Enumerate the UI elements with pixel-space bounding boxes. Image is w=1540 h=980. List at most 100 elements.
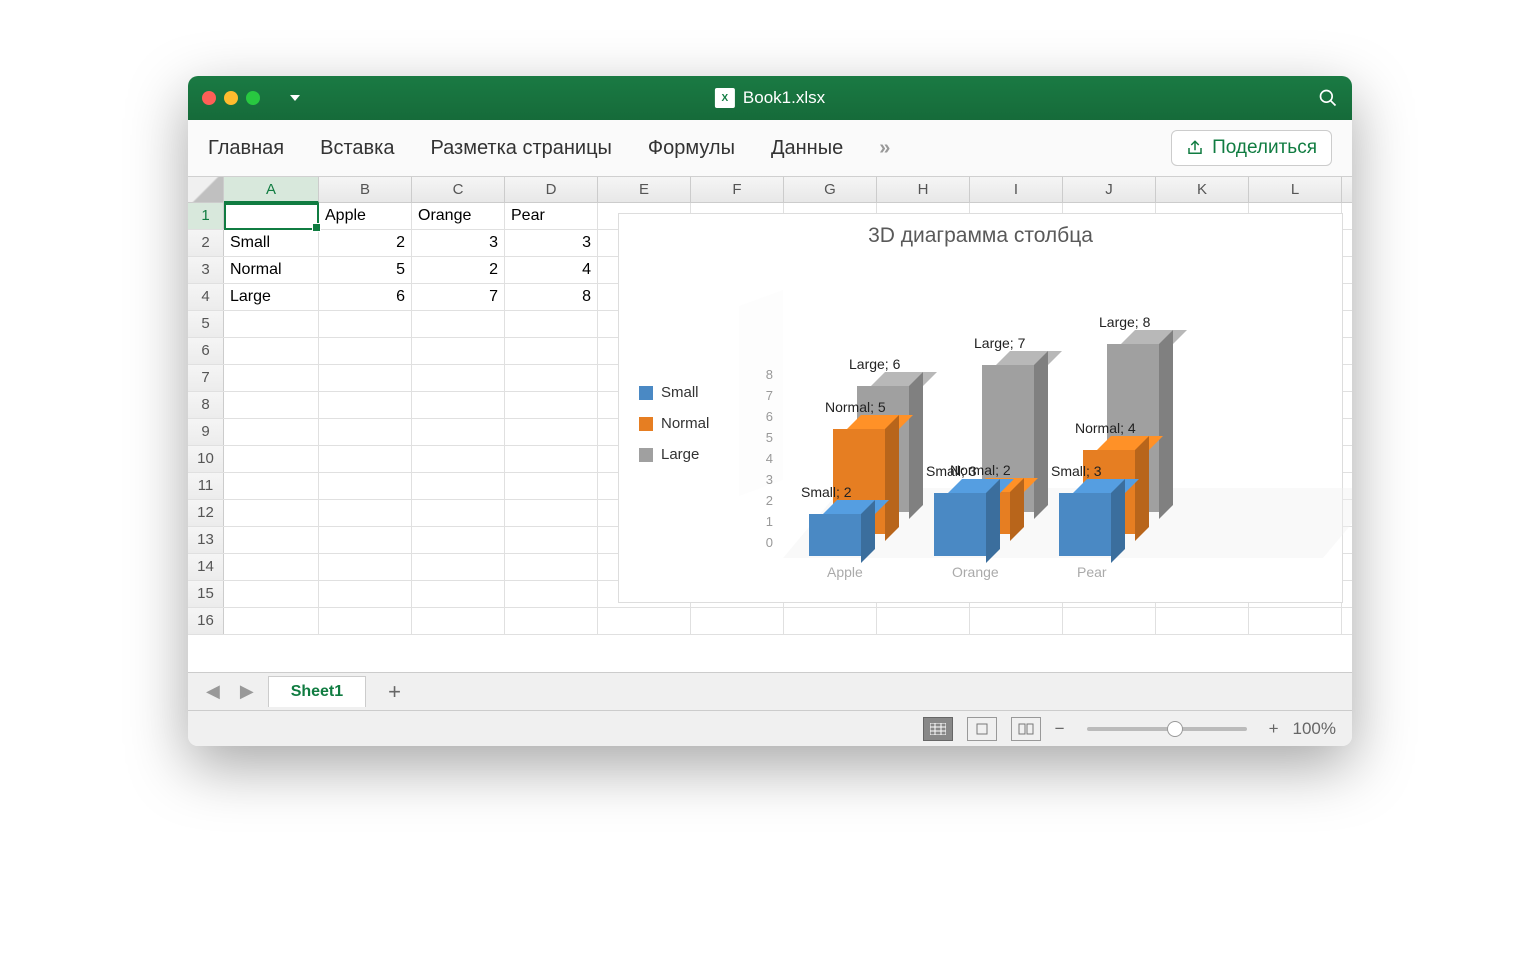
zoom-slider[interactable] bbox=[1087, 727, 1247, 731]
cell-C8[interactable] bbox=[412, 392, 505, 418]
row-header-16[interactable]: 16 bbox=[188, 608, 224, 634]
cell-C4[interactable]: 7 bbox=[412, 284, 505, 310]
cell-D7[interactable] bbox=[505, 365, 598, 391]
cell-A4[interactable]: Large bbox=[224, 284, 319, 310]
sheet-nav-prev[interactable]: ◀ bbox=[200, 681, 226, 702]
cell-A8[interactable] bbox=[224, 392, 319, 418]
row-header-1[interactable]: 1 bbox=[188, 203, 224, 229]
cell-D1[interactable]: Pear bbox=[505, 203, 598, 229]
tab-formulas[interactable]: Формулы bbox=[648, 137, 735, 160]
column-header-L[interactable]: L bbox=[1249, 177, 1342, 202]
row-header-12[interactable]: 12 bbox=[188, 500, 224, 526]
tab-insert[interactable]: Вставка bbox=[320, 137, 394, 160]
share-button[interactable]: Поделиться bbox=[1171, 130, 1332, 166]
cell-C11[interactable] bbox=[412, 473, 505, 499]
cell-D16[interactable] bbox=[505, 608, 598, 634]
row-header-7[interactable]: 7 bbox=[188, 365, 224, 391]
column-header-K[interactable]: K bbox=[1156, 177, 1249, 202]
cell-D14[interactable] bbox=[505, 554, 598, 580]
cell-D4[interactable]: 8 bbox=[505, 284, 598, 310]
cell-A15[interactable] bbox=[224, 581, 319, 607]
cell-A9[interactable] bbox=[224, 419, 319, 445]
cell-C16[interactable] bbox=[412, 608, 505, 634]
cell-E16[interactable] bbox=[598, 608, 691, 634]
cell-B7[interactable] bbox=[319, 365, 412, 391]
cell-B1[interactable]: Apple bbox=[319, 203, 412, 229]
cell-A1[interactable] bbox=[224, 203, 319, 229]
row-header-6[interactable]: 6 bbox=[188, 338, 224, 364]
row-header-8[interactable]: 8 bbox=[188, 392, 224, 418]
cell-B13[interactable] bbox=[319, 527, 412, 553]
cell-A3[interactable]: Normal bbox=[224, 257, 319, 283]
cell-C6[interactable] bbox=[412, 338, 505, 364]
cell-I16[interactable] bbox=[970, 608, 1063, 634]
sheet-tab[interactable]: Sheet1 bbox=[268, 676, 366, 707]
add-sheet-button[interactable]: + bbox=[374, 679, 415, 705]
cell-C9[interactable] bbox=[412, 419, 505, 445]
cell-C2[interactable]: 3 bbox=[412, 230, 505, 256]
cell-C7[interactable] bbox=[412, 365, 505, 391]
column-header-J[interactable]: J bbox=[1063, 177, 1156, 202]
row-header-14[interactable]: 14 bbox=[188, 554, 224, 580]
cell-A16[interactable] bbox=[224, 608, 319, 634]
zoom-thumb[interactable] bbox=[1167, 721, 1183, 737]
select-all-corner[interactable] bbox=[188, 177, 224, 202]
cell-B5[interactable] bbox=[319, 311, 412, 337]
row-header-5[interactable]: 5 bbox=[188, 311, 224, 337]
cell-D2[interactable]: 3 bbox=[505, 230, 598, 256]
row-header-3[interactable]: 3 bbox=[188, 257, 224, 283]
cell-B2[interactable]: 2 bbox=[319, 230, 412, 256]
cell-D8[interactable] bbox=[505, 392, 598, 418]
cell-D12[interactable] bbox=[505, 500, 598, 526]
cell-B9[interactable] bbox=[319, 419, 412, 445]
cell-B6[interactable] bbox=[319, 338, 412, 364]
cell-C14[interactable] bbox=[412, 554, 505, 580]
cell-D10[interactable] bbox=[505, 446, 598, 472]
cell-B4[interactable]: 6 bbox=[319, 284, 412, 310]
cell-B15[interactable] bbox=[319, 581, 412, 607]
cell-B10[interactable] bbox=[319, 446, 412, 472]
row-header-9[interactable]: 9 bbox=[188, 419, 224, 445]
cell-A5[interactable] bbox=[224, 311, 319, 337]
sheet-nav-next[interactable]: ▶ bbox=[234, 681, 260, 702]
cell-H16[interactable] bbox=[877, 608, 970, 634]
cell-A13[interactable] bbox=[224, 527, 319, 553]
column-header-H[interactable]: H bbox=[877, 177, 970, 202]
cell-C15[interactable] bbox=[412, 581, 505, 607]
cell-L16[interactable] bbox=[1249, 608, 1342, 634]
cell-C10[interactable] bbox=[412, 446, 505, 472]
cell-B3[interactable]: 5 bbox=[319, 257, 412, 283]
cell-D5[interactable] bbox=[505, 311, 598, 337]
tabs-overflow[interactable]: » bbox=[879, 137, 890, 160]
view-normal-button[interactable] bbox=[923, 717, 953, 741]
cell-C5[interactable] bbox=[412, 311, 505, 337]
zoom-level[interactable]: 100% bbox=[1293, 719, 1336, 739]
cell-G16[interactable] bbox=[784, 608, 877, 634]
cell-B8[interactable] bbox=[319, 392, 412, 418]
embedded-chart[interactable]: 3D диаграмма столбца SmallNormalLarge 87… bbox=[618, 213, 1343, 603]
row-header-4[interactable]: 4 bbox=[188, 284, 224, 310]
row-header-11[interactable]: 11 bbox=[188, 473, 224, 499]
cell-C1[interactable]: Orange bbox=[412, 203, 505, 229]
cell-B11[interactable] bbox=[319, 473, 412, 499]
cell-D11[interactable] bbox=[505, 473, 598, 499]
column-header-B[interactable]: B bbox=[319, 177, 412, 202]
cell-B14[interactable] bbox=[319, 554, 412, 580]
cell-D3[interactable]: 4 bbox=[505, 257, 598, 283]
cell-F16[interactable] bbox=[691, 608, 784, 634]
cell-B16[interactable] bbox=[319, 608, 412, 634]
zoom-out-button[interactable]: − bbox=[1055, 719, 1065, 739]
cell-A14[interactable] bbox=[224, 554, 319, 580]
cell-C3[interactable]: 2 bbox=[412, 257, 505, 283]
maximize-icon[interactable] bbox=[246, 91, 260, 105]
row-header-2[interactable]: 2 bbox=[188, 230, 224, 256]
quick-access-toolbar[interactable] bbox=[290, 95, 300, 101]
cell-A11[interactable] bbox=[224, 473, 319, 499]
tab-page-layout[interactable]: Разметка страницы bbox=[430, 137, 611, 160]
cell-B12[interactable] bbox=[319, 500, 412, 526]
column-header-E[interactable]: E bbox=[598, 177, 691, 202]
cell-A10[interactable] bbox=[224, 446, 319, 472]
column-header-G[interactable]: G bbox=[784, 177, 877, 202]
minimize-icon[interactable] bbox=[224, 91, 238, 105]
cell-J16[interactable] bbox=[1063, 608, 1156, 634]
